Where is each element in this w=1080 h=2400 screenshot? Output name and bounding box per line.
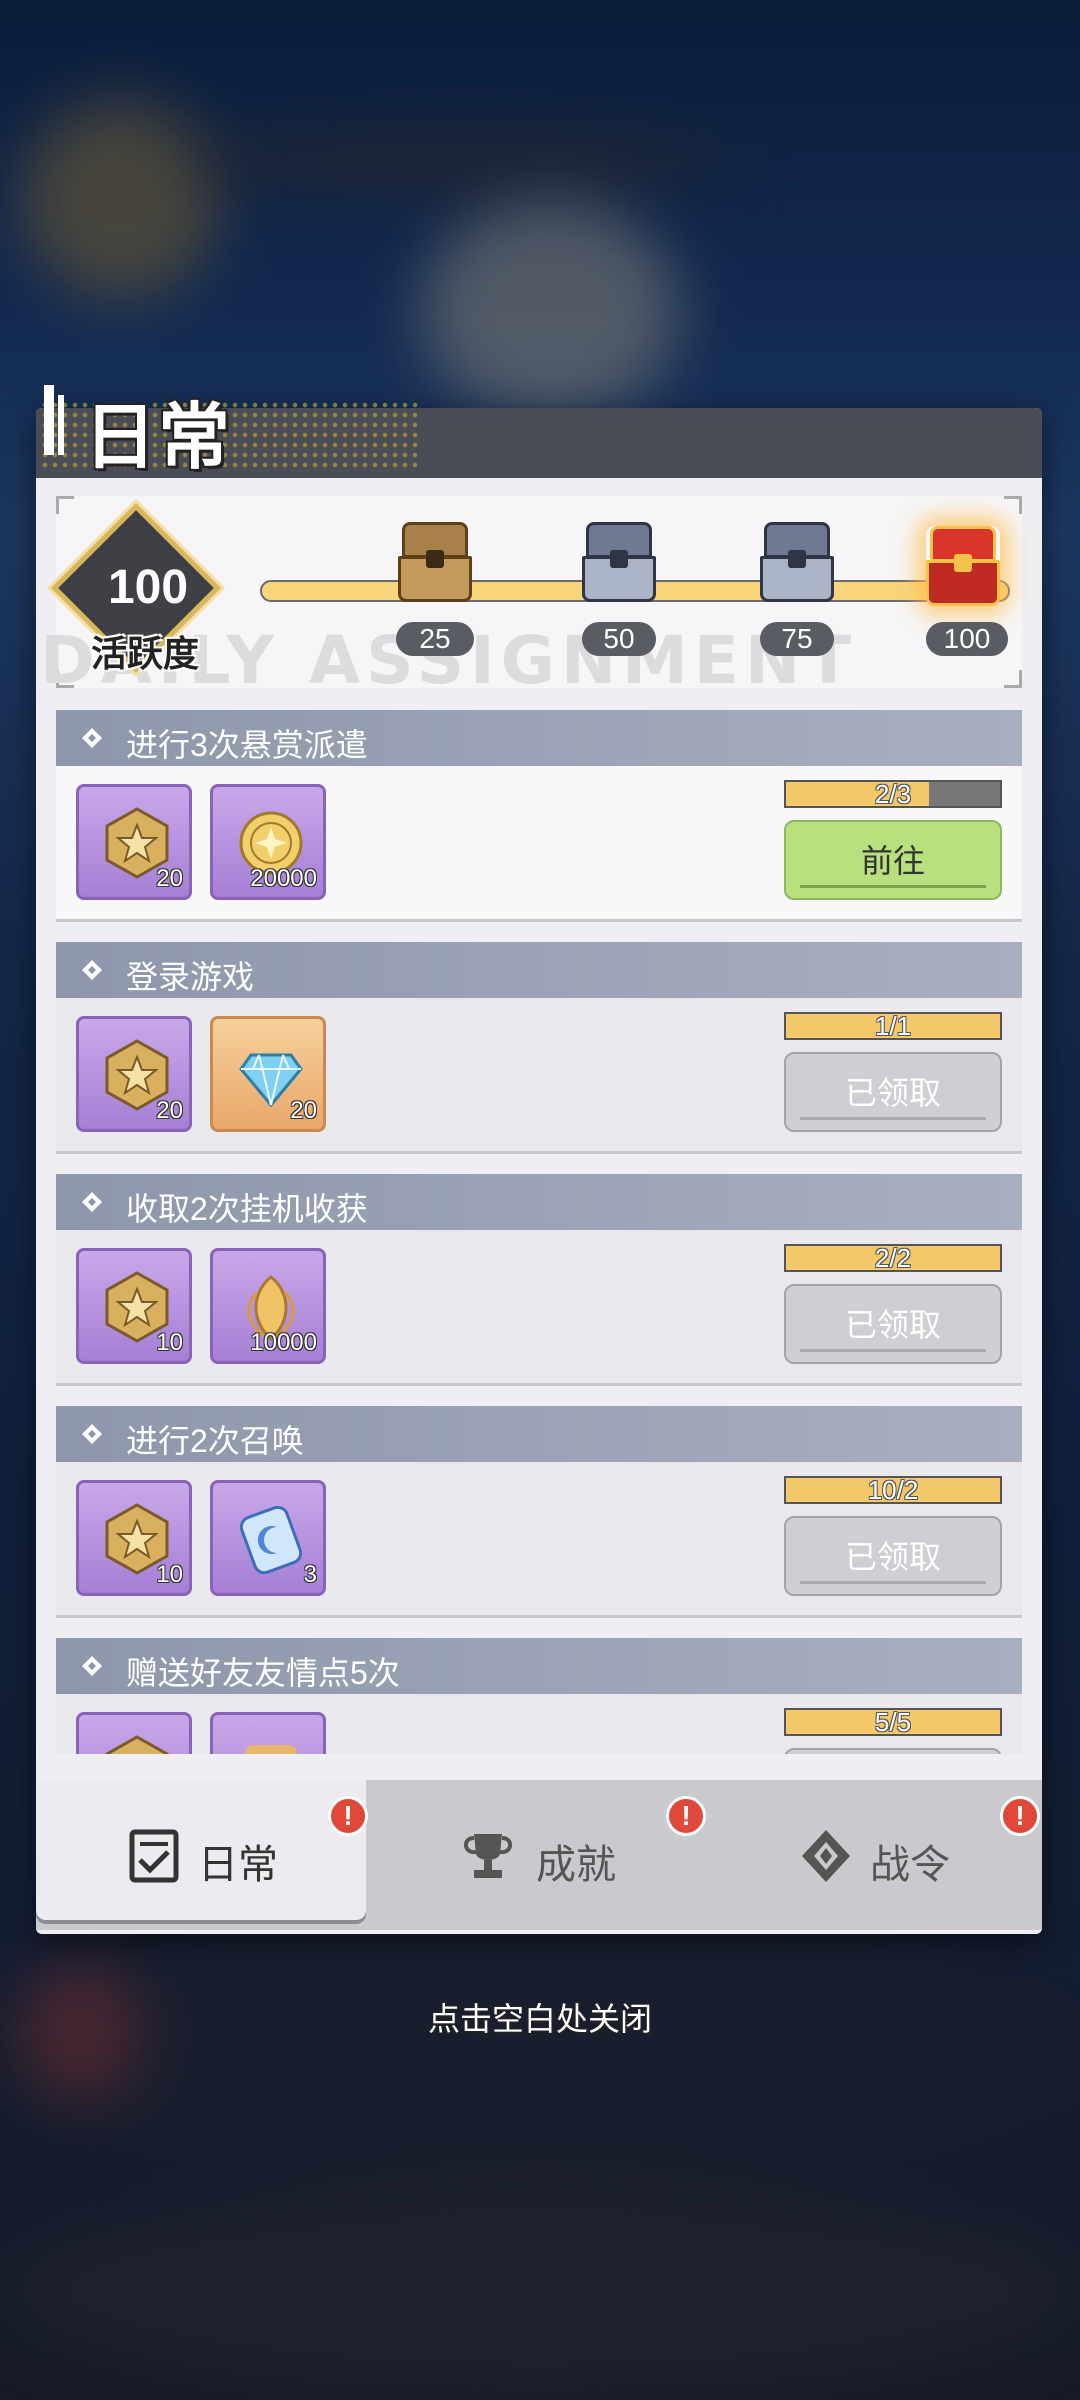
task-title: 登录游戏 — [126, 959, 255, 995]
claimed-button[interactable]: 已领取 — [784, 1284, 1002, 1364]
title-accent-bar — [44, 385, 54, 455]
reward-count: 10 — [156, 1561, 183, 1588]
emblem-icon — [802, 1830, 850, 1882]
diamond-bullet-icon — [82, 960, 102, 980]
task-progress-text: 5/5 — [874, 1707, 912, 1737]
corner-tl — [56, 496, 74, 514]
wooden-chest-icon[interactable] — [398, 522, 472, 602]
reward-count: 20000 — [250, 865, 317, 892]
task-card: 赠送好友友情点5次 5/5 — [56, 1638, 1022, 1754]
milestone-100-label: 100 — [926, 622, 1008, 656]
activity-value: 100 — [107, 561, 189, 614]
reward-item[interactable]: 10 — [76, 1480, 192, 1596]
red-gold-chest-icon[interactable] — [926, 526, 1000, 606]
task-header: 进行2次召唤 — [56, 1406, 1022, 1462]
reward-item[interactable]: 3 — [210, 1480, 326, 1596]
task-progress-text: 2/2 — [874, 1243, 912, 1273]
alert-badge-battle-pass: ! — [1000, 1796, 1040, 1836]
reward-item[interactable] — [76, 1712, 192, 1754]
task-title: 收取2次挂机收获 — [126, 1191, 368, 1227]
task-header: 登录游戏 — [56, 942, 1022, 998]
reward-item[interactable]: 20 — [76, 1016, 192, 1132]
diamond-bullet-icon — [82, 1656, 102, 1676]
task-body: 20 20 1/1 已领取 — [56, 998, 1022, 1154]
reward-item[interactable]: 10 — [76, 1248, 192, 1364]
corner-tr — [1004, 496, 1022, 514]
task-title: 赠送好友友情点5次 — [126, 1655, 400, 1691]
iron-chest-icon[interactable] — [582, 522, 656, 602]
task-header: 进行3次悬赏派遣 — [56, 710, 1022, 766]
reward-count: 20 — [156, 1097, 183, 1124]
milestone-75-label: 75 — [760, 622, 834, 656]
task-progress-bar: 5/5 — [784, 1708, 1002, 1736]
task-card: 收取2次挂机收获 10 10000 2/2 已领取 — [56, 1174, 1022, 1386]
friendship-icon — [245, 1745, 297, 1754]
title-accent-bar-thin — [58, 395, 64, 455]
task-progress-bar: 2/2 — [784, 1244, 1002, 1272]
alert-badge-achievement: ! — [666, 1796, 706, 1836]
diamond-bullet-icon — [82, 1192, 102, 1212]
task-body: 20 20000 2/3 前往 — [56, 766, 1022, 922]
task-progress-text: 10/2 — [867, 1475, 919, 1505]
reward-item[interactable] — [210, 1712, 326, 1754]
claimed-button[interactable]: 已领取 — [784, 1052, 1002, 1132]
reward-count: 20 — [290, 1097, 317, 1124]
moon-ticket-icon — [239, 1505, 303, 1575]
task-progress-text: 1/1 — [874, 1011, 912, 1041]
task-card: 进行3次悬赏派遣 20 20000 2/3 前往 — [56, 710, 1022, 922]
task-header: 收取2次挂机收获 — [56, 1174, 1022, 1230]
corner-br — [1004, 670, 1022, 688]
tab-battle-pass-label: 战令 — [870, 1843, 950, 1887]
panel-title: 日常 — [84, 398, 233, 478]
milestone-25-label: 25 — [396, 622, 474, 656]
trophy-icon — [464, 1834, 512, 1878]
task-title: 进行3次悬赏派遣 — [126, 727, 368, 763]
reward-count: 10000 — [250, 1329, 317, 1356]
task-body: 10 10000 2/2 已领取 — [56, 1230, 1022, 1386]
task-list[interactable]: 进行3次悬赏派遣 20 20000 2/3 前往 登录游戏 20 20 1/1 … — [56, 710, 1022, 1754]
tab-battle-pass[interactable]: 战令 — [712, 1780, 1042, 1920]
milestone-50-label: 50 — [582, 622, 656, 656]
checklist-icon — [129, 1829, 179, 1883]
tab-achievement-label: 成就 — [536, 1843, 616, 1887]
claimed-button[interactable] — [784, 1748, 1002, 1754]
task-progress-bar: 1/1 — [784, 1012, 1002, 1040]
reward-item[interactable]: 10000 — [210, 1248, 326, 1364]
alert-badge-daily: ! — [328, 1796, 368, 1836]
task-progress-bar: 10/2 — [784, 1476, 1002, 1504]
reward-item[interactable]: 20 — [210, 1016, 326, 1132]
go-button[interactable]: 前往 — [784, 820, 1002, 900]
diamond-bullet-icon — [82, 1424, 102, 1444]
reward-count: 20 — [156, 865, 183, 892]
tab-bar: 日常 成就 战令 — [36, 1780, 1042, 1930]
task-progress-bar: 2/3 — [784, 780, 1002, 808]
activity-label: 活跃度 — [90, 633, 199, 674]
star-medal-icon — [105, 1735, 169, 1754]
tab-daily-label: 日常 — [198, 1843, 278, 1887]
tab-achievement[interactable]: 成就 — [374, 1780, 704, 1920]
close-hint[interactable]: 点击空白处关闭 — [0, 1994, 1080, 2040]
reward-count: 10 — [156, 1329, 183, 1356]
iron-chest-icon[interactable] — [760, 522, 834, 602]
task-title: 进行2次召唤 — [126, 1423, 304, 1459]
task-card: 登录游戏 20 20 1/1 已领取 — [56, 942, 1022, 1154]
diamond-bullet-icon — [82, 728, 102, 748]
reward-item[interactable]: 20000 — [210, 784, 326, 900]
task-card: 进行2次召唤 10 3 10/2 已领取 — [56, 1406, 1022, 1618]
reward-item[interactable]: 20 — [76, 784, 192, 900]
task-progress-text: 2/3 — [874, 779, 912, 809]
claimed-button[interactable]: 已领取 — [784, 1516, 1002, 1596]
tab-daily[interactable]: 日常 — [36, 1780, 366, 1920]
task-body: 10 3 10/2 已领取 — [56, 1462, 1022, 1618]
task-body: 5/5 — [56, 1694, 1022, 1754]
task-header: 赠送好友友情点5次 — [56, 1638, 1022, 1694]
reward-count: 3 — [303, 1561, 317, 1588]
